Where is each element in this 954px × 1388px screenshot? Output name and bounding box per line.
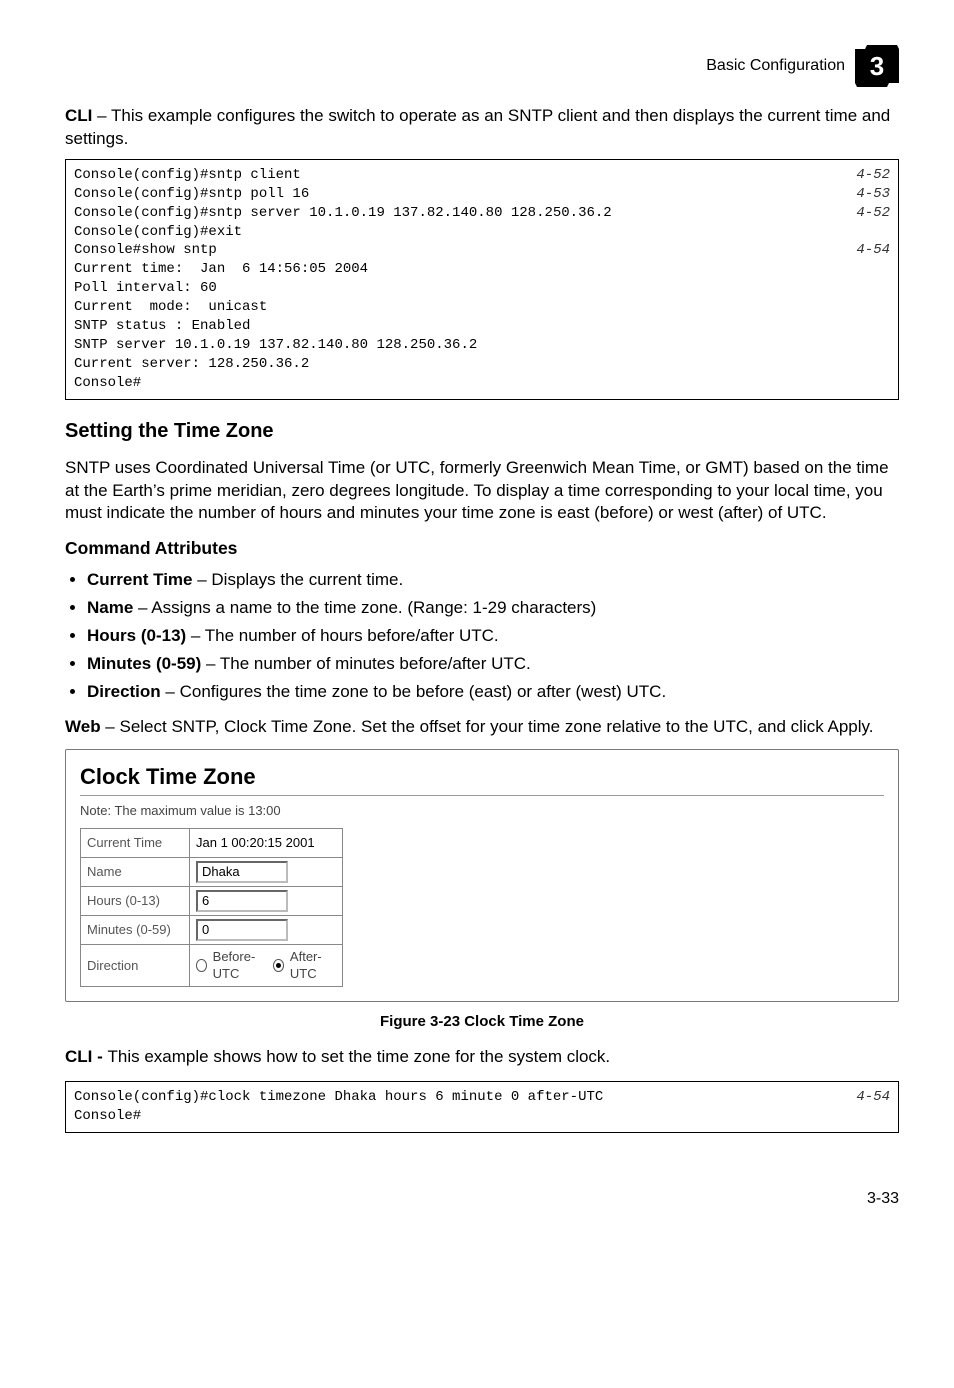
chapter-number-icon: 3	[855, 45, 899, 87]
panel-divider	[80, 795, 884, 796]
section-paragraph: SNTP uses Coordinated Universal Time (or…	[65, 457, 899, 526]
radio-before-label: Before-UTC	[213, 948, 268, 983]
table-row: Hours (0-13) 6	[81, 886, 343, 915]
radio-after-utc[interactable]	[273, 959, 284, 972]
label-hours: Hours (0-13)	[81, 886, 190, 915]
value-current-time: Jan 1 00:20:15 2001	[190, 828, 343, 857]
list-item: Direction – Configures the time zone to …	[87, 681, 899, 704]
cell-hours-input: 6	[190, 886, 343, 915]
intro-text-1: – This example configures the switch to …	[65, 106, 890, 148]
bullet-text: – The number of hours before/after UTC.	[186, 626, 498, 645]
panel-note: Note: The maximum value is 13:00	[80, 802, 884, 820]
bullet-text: – Configures the time zone to be before …	[161, 682, 667, 701]
name-field[interactable]: Dhaka	[196, 861, 288, 883]
intro-paragraph-1: CLI – This example configures the switch…	[65, 105, 899, 151]
command-attributes-heading: Command Attributes	[65, 537, 899, 561]
bullet-text: – Assigns a name to the time zone. (Rang…	[133, 598, 596, 617]
cli2-text: This example shows how to set the time z…	[108, 1047, 611, 1066]
cell-minutes-input: 0	[190, 915, 343, 944]
table-row: Current Time Jan 1 00:20:15 2001	[81, 828, 343, 857]
radio-after-label: After-UTC	[290, 948, 336, 983]
cli2-paragraph: CLI - This example shows how to set the …	[65, 1046, 899, 1069]
hours-field[interactable]: 6	[196, 890, 288, 912]
page-number: 3-33	[65, 1188, 899, 1210]
attribute-list: Current Time – Displays the current time…	[65, 569, 899, 704]
cli-label: CLI	[65, 106, 92, 125]
header-section-title: Basic Configuration	[706, 55, 845, 77]
table-row: Minutes (0-59) 0	[81, 915, 343, 944]
radio-before-utc[interactable]	[196, 959, 207, 972]
table-row: Name Dhaka	[81, 857, 343, 886]
bullet-term: Hours (0-13)	[87, 626, 186, 645]
figure-caption: Figure 3-23 Clock Time Zone	[65, 1012, 899, 1032]
list-item: Hours (0-13) – The number of hours befor…	[87, 625, 899, 648]
bullet-text: – The number of minutes before/after UTC…	[201, 654, 530, 673]
web-label: Web	[65, 717, 101, 736]
bullet-term: Direction	[87, 682, 161, 701]
panel-title: Clock Time Zone	[80, 762, 884, 792]
label-minutes: Minutes (0-59)	[81, 915, 190, 944]
label-current-time: Current Time	[81, 828, 190, 857]
bullet-term: Minutes (0-59)	[87, 654, 201, 673]
label-name: Name	[81, 857, 190, 886]
label-direction: Direction	[81, 944, 190, 986]
list-item: Current Time – Displays the current time…	[87, 569, 899, 592]
cli2-label: CLI -	[65, 1047, 108, 1066]
timezone-form-table: Current Time Jan 1 00:20:15 2001 Name Dh…	[80, 828, 343, 987]
svg-text:3: 3	[870, 51, 884, 81]
web-text: – Select SNTP, Clock Time Zone. Set the …	[101, 717, 874, 736]
web-paragraph: Web – Select SNTP, Clock Time Zone. Set …	[65, 716, 899, 739]
cell-name-input: Dhaka	[190, 857, 343, 886]
page-header: Basic Configuration 3	[65, 45, 899, 87]
list-item: Minutes (0-59) – The number of minutes b…	[87, 653, 899, 676]
list-item: Name – Assigns a name to the time zone. …	[87, 597, 899, 620]
bullet-term: Name	[87, 598, 133, 617]
bullet-text: – Displays the current time.	[193, 570, 404, 589]
code-block-1: Console(config)#sntp client4-52Console(c…	[65, 159, 899, 400]
table-row: Direction Before-UTC After-UTC	[81, 944, 343, 986]
clock-timezone-panel: Clock Time Zone Note: The maximum value …	[65, 749, 899, 1002]
bullet-term: Current Time	[87, 570, 193, 589]
code-block-2: Console(config)#clock timezone Dhaka hou…	[65, 1081, 899, 1133]
cell-direction: Before-UTC After-UTC	[190, 944, 343, 986]
section-heading-timezone: Setting the Time Zone	[65, 418, 899, 445]
minutes-field[interactable]: 0	[196, 919, 288, 941]
